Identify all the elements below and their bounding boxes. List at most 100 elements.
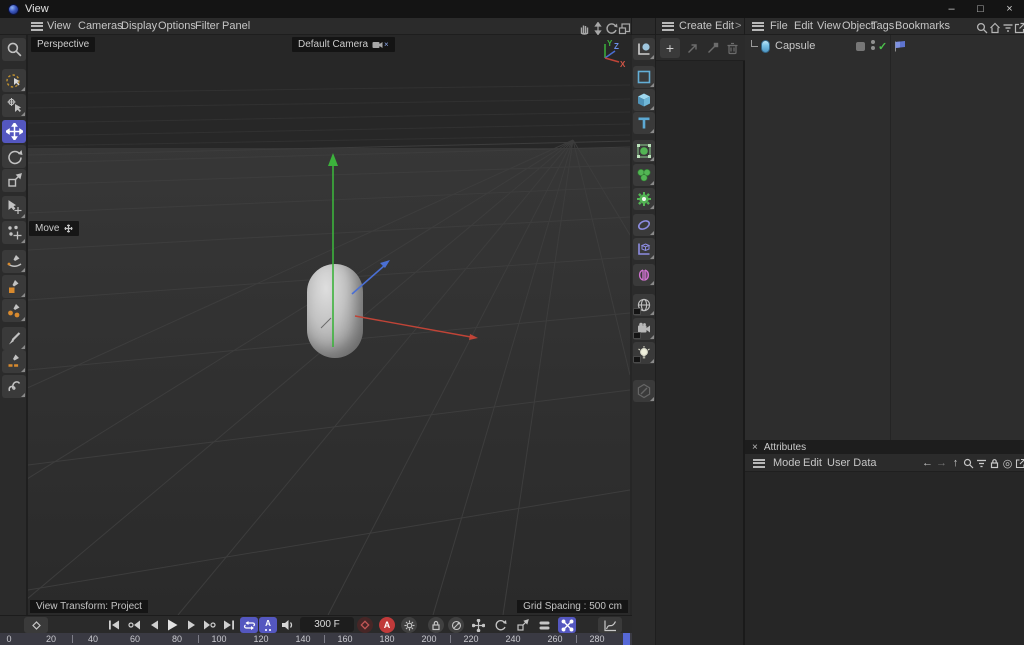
record-scale-toggle[interactable] [514, 617, 531, 633]
om-menu-bookmarks[interactable]: Bookmarks [893, 18, 952, 34]
window-title: View [25, 3, 49, 15]
goto-end-button[interactable] [220, 617, 238, 633]
attr-forward-icon[interactable]: → [935, 456, 948, 470]
record-rotation-toggle[interactable] [492, 617, 509, 633]
record-position-toggle[interactable] [470, 617, 487, 633]
object-name[interactable]: Capsule [775, 40, 815, 52]
current-frame-marker[interactable] [623, 633, 630, 645]
material-menu-icon[interactable] [660, 18, 676, 34]
rotate-tool-button[interactable] [2, 145, 26, 168]
record-keyframe-button[interactable] [357, 617, 373, 633]
snap-tool-button[interactable] [2, 221, 26, 244]
menu-create[interactable]: Create [677, 18, 714, 34]
attr-filter-icon[interactable] [975, 456, 988, 470]
prev-frame-button[interactable] [145, 617, 163, 633]
autokey-button[interactable]: A [379, 617, 395, 633]
live-selection-tool-button[interactable] [2, 69, 26, 92]
brush-tool-button[interactable] [2, 327, 26, 350]
motext-button[interactable] [633, 112, 655, 134]
attr-menu-edit[interactable]: Edit [801, 455, 824, 471]
timeline-window-button[interactable] [598, 617, 622, 633]
move-gizmo[interactable] [28, 35, 630, 615]
maximize-button[interactable]: □ [966, 0, 995, 18]
transform-tool-button[interactable] [2, 196, 26, 219]
viewport-3d[interactable]: Perspective Default Camera × Y Z X Move … [28, 35, 630, 615]
attr-back-icon[interactable]: ← [921, 456, 934, 470]
attributes-menu-icon[interactable] [751, 455, 767, 471]
camera-label[interactable]: Default Camera × [292, 37, 395, 52]
attr-target-icon[interactable]: ◎ [1001, 456, 1014, 470]
phong-tag-icon[interactable] [894, 41, 906, 52]
primitive-cube-button[interactable] [633, 89, 655, 111]
attributes-close-icon[interactable]: × [752, 442, 758, 453]
add-material-button[interactable]: + [660, 38, 680, 58]
pen-tool-button[interactable] [633, 38, 655, 60]
workplane-button[interactable] [633, 238, 655, 260]
lock-record-button[interactable] [428, 617, 444, 633]
menu-overflow-chevron[interactable]: > [733, 18, 743, 34]
menu-panel[interactable]: Panel [220, 18, 252, 34]
record-options-button[interactable] [448, 617, 464, 633]
attr-up-icon[interactable]: ↑ [949, 456, 962, 470]
camera-create-button[interactable] [633, 318, 655, 340]
spline-arc-tool-button[interactable] [2, 299, 26, 322]
keyframe-diamond-button[interactable] [24, 617, 48, 633]
next-frame-button[interactable] [182, 617, 200, 633]
attr-popout-icon[interactable] [1014, 456, 1024, 470]
spline-primitive-button[interactable] [633, 66, 655, 88]
menu-filter[interactable]: Filter [193, 18, 221, 34]
next-key-button[interactable] [200, 617, 218, 633]
sketch-tool-button[interactable] [2, 375, 26, 398]
light-create-button[interactable] [633, 342, 655, 364]
om-menu-icon[interactable] [750, 18, 766, 34]
keyframe-selection-button[interactable] [401, 617, 417, 633]
record-parameter-toggle[interactable] [536, 617, 553, 633]
spline-ellipse-button[interactable] [633, 214, 655, 236]
symmetry-button[interactable] [633, 264, 655, 286]
play-button[interactable] [163, 617, 181, 633]
record-pla-toggle[interactable] [558, 617, 576, 633]
visibility-dots[interactable] [871, 40, 875, 50]
spline-smooth-tool-button[interactable] [2, 275, 26, 298]
attr-search-icon[interactable] [962, 456, 975, 470]
load-material-icon[interactable] [682, 38, 702, 58]
attr-lock-icon[interactable] [988, 456, 1001, 470]
scale-tool-button[interactable] [2, 169, 26, 192]
timeline-ruler[interactable]: 0 20 40 60 80 100 120 140 160 180 200 22… [0, 633, 632, 645]
close-button[interactable]: × [995, 0, 1024, 18]
spline-pen-tool-button[interactable] [2, 250, 26, 273]
enabled-check-icon[interactable]: ✓ [878, 40, 887, 53]
current-frame-field[interactable]: 300 F [300, 617, 354, 632]
menu-options[interactable]: Options [156, 18, 198, 34]
search-tool-button[interactable] [2, 38, 26, 61]
menu-view[interactable]: View [45, 18, 73, 34]
om-popout-icon[interactable] [1012, 20, 1024, 36]
move-tool-button[interactable] [2, 120, 26, 143]
sound-button[interactable] [279, 617, 297, 633]
animation-palette-button[interactable]: A [259, 617, 277, 633]
subdivision-surface-button[interactable] [633, 140, 655, 162]
attr-menu-mode[interactable]: Mode [771, 455, 803, 471]
cluster-button[interactable] [633, 164, 655, 186]
generator-button[interactable] [633, 188, 655, 210]
om-menu-view[interactable]: View [815, 18, 843, 34]
spline-line-tool-button[interactable] [2, 350, 26, 373]
goto-start-button[interactable] [105, 617, 123, 633]
loop-playback-button[interactable] [240, 617, 258, 633]
menu-display[interactable]: Display [119, 18, 159, 34]
layer-chip[interactable] [856, 42, 865, 51]
minimize-button[interactable]: – [937, 0, 966, 18]
delete-material-icon[interactable] [722, 38, 742, 58]
object-row-capsule[interactable]: Capsule ✓ [745, 38, 1024, 54]
environment-button[interactable] [633, 294, 655, 316]
view-label[interactable]: Perspective [31, 37, 95, 52]
pick-material-icon[interactable] [702, 38, 722, 58]
om-menu-edit[interactable]: Edit [792, 18, 815, 34]
material-create-button[interactable] [633, 380, 655, 402]
menu-cameras[interactable]: Cameras [76, 18, 125, 34]
attr-menu-userdata[interactable]: User Data [825, 455, 879, 471]
tweak-selection-tool-button[interactable] [2, 94, 26, 117]
prev-key-button[interactable] [125, 617, 143, 633]
om-menu-file[interactable]: File [768, 18, 790, 34]
viewport-menu-icon[interactable] [29, 18, 45, 34]
